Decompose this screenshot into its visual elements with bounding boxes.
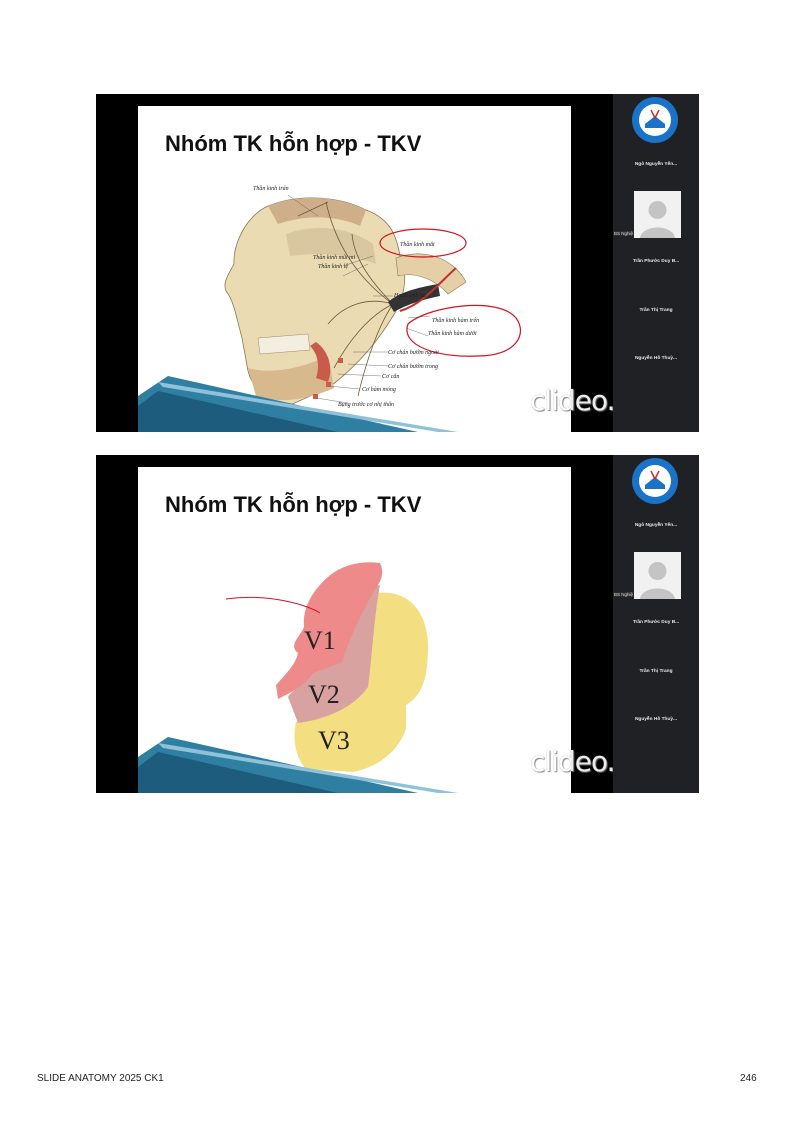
- participants-panel: Ngô Nguyễn Yến... BS Nghiệ Trần Phước Du…: [613, 455, 699, 793]
- participant-name: Trần Thị Trang: [639, 308, 673, 313]
- page-number: 246: [740, 1073, 757, 1084]
- participant-name: Nguyễn Hồ Thuỳ...: [634, 356, 678, 361]
- participant-name: Trần Thị Trang: [639, 669, 673, 674]
- participant-avatar: [634, 552, 681, 599]
- participant-avatar: [634, 191, 681, 238]
- participants-panel: Ngô Nguyễn Yến... BS Nghiệ Trần Phước Du…: [613, 94, 699, 432]
- slide-ribbon-decoration: [138, 376, 458, 432]
- footer-document-title: SLIDE ANATOMY 2025 CK1: [37, 1073, 164, 1084]
- participant-name: Ngô Nguyễn Yến...: [634, 162, 678, 167]
- video-screenshot-1: Nhóm TK hỗn hợp - TKV Thần kinh trán Thầ…: [96, 94, 699, 432]
- slide-1: Nhóm TK hỗn hợp - TKV Thần kinh trán Thầ…: [138, 106, 571, 432]
- participant-name: Trần Phước Duy B...: [632, 620, 680, 625]
- participant-name: Trần Phước Duy B...: [632, 259, 680, 264]
- user-avatar-icon: [640, 201, 675, 238]
- user-avatar-icon: [640, 562, 675, 599]
- school-logo-icon: [632, 458, 678, 504]
- participant-name: Ngô Nguyễn Yến...: [634, 523, 678, 528]
- participant-name: Nguyễn Hồ Thuỳ...: [634, 717, 678, 722]
- avatar-name-tag: BS Nghiệ: [613, 592, 635, 597]
- avatar-name-tag: BS Nghiệ: [613, 231, 635, 236]
- slide-2: Nhóm TK hỗn hợp - TKV V1 V2 V3: [138, 467, 571, 793]
- video-screenshot-2: Nhóm TK hỗn hợp - TKV V1 V2 V3 clideo.co…: [96, 455, 699, 793]
- school-logo-icon: [632, 97, 678, 143]
- slide-ribbon-decoration: [138, 737, 458, 793]
